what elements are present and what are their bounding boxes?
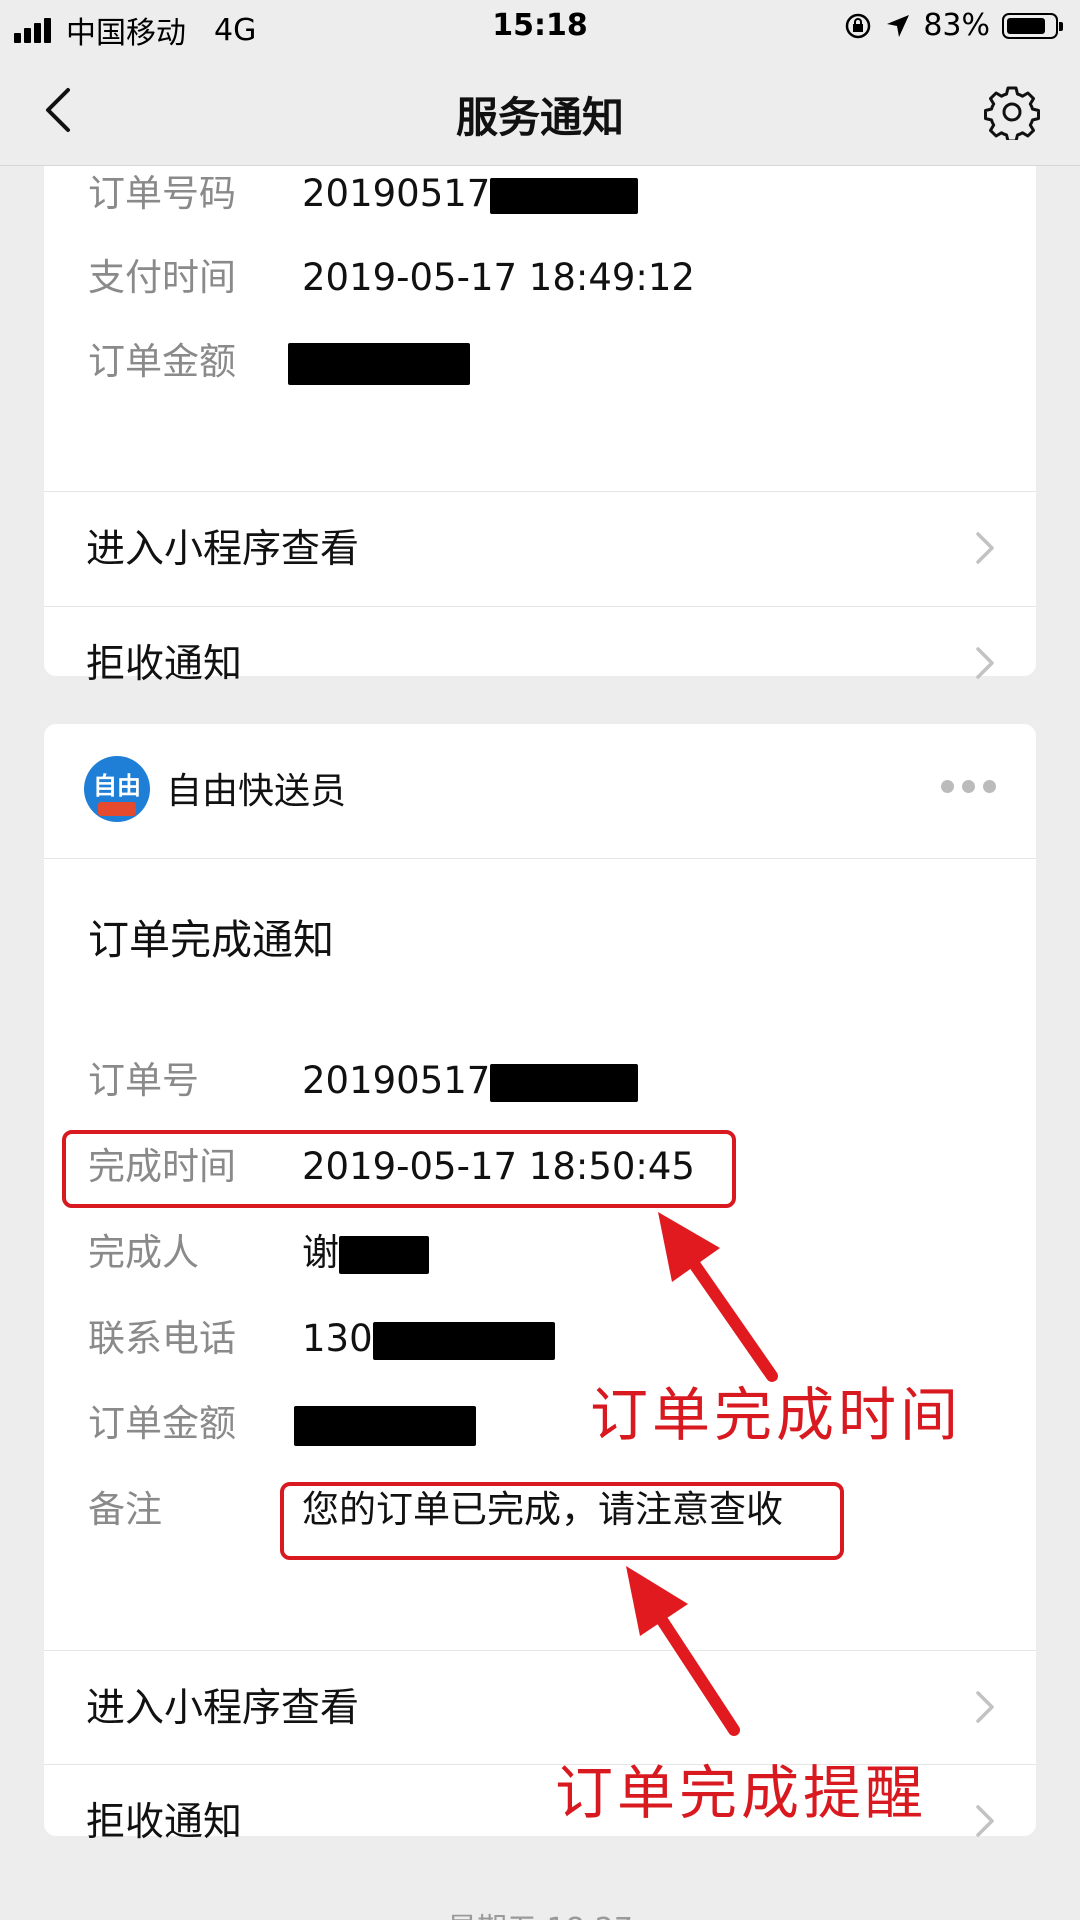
page-title: 服务通知 [455,93,624,142]
app-name: 自由快送员 [166,771,347,812]
annotation-completion-time: 订单完成时间 [590,1381,963,1449]
redaction-block [490,177,639,214]
field-label: 备注 [88,1488,162,1531]
field-value: 2019-05-17 18:49:12 [302,256,695,299]
message-list[interactable]: 订单号码 20190517 支付时间 2019-05-17 18:49:12 订… [0,166,1080,1920]
battery-fill [1007,17,1046,34]
gear-icon[interactable] [984,84,1040,140]
logo-badge [98,802,136,816]
field-value: 20190517 [302,1051,639,1111]
field-label: 订单号码 [88,172,236,215]
reject-notification-button[interactable]: 拒收通知 [44,607,1036,719]
field-value [288,332,470,392]
field-value: 20190517 [302,166,639,224]
action-label: 进入小程序查看 [86,527,360,572]
more-icon[interactable] [933,780,996,793]
field-label: 订单金额 [88,340,236,383]
field-label: 支付时间 [88,256,236,299]
action-label: 进入小程序查看 [86,1686,360,1731]
app-logo: 自由 [84,756,150,822]
notification-title: 订单完成通知 [88,916,334,964]
battery-icon [1002,12,1063,39]
redaction-block [490,1063,639,1102]
redaction-block [339,1235,429,1274]
chevron-right-icon [976,1691,994,1723]
redaction-block [372,1321,555,1360]
field-label: 联系电话 [88,1317,236,1360]
highlight-box-completion-time [62,1130,736,1208]
status-bar: 中国移动 4G 15:18 83% [0,0,1080,54]
rotation-lock-icon [846,13,871,38]
status-right: 83% [831,8,1063,43]
field-label: 订单号 [88,1059,199,1102]
battery-percent: 83% [923,8,990,43]
nav-bar: 服务通知 [0,54,1080,166]
field-label: 完成人 [88,1231,199,1274]
action-label: 拒收通知 [86,1800,243,1845]
message-timestamp: 星期五 18:27 [0,1904,1080,1920]
highlight-box-remark [280,1482,844,1560]
redaction-block [288,342,470,385]
logo-text: 自由 [93,772,141,800]
chevron-right-icon [976,532,994,564]
field-label: 订单金额 [88,1402,236,1445]
notification-card: 自由 自由快送员 订单完成通知 订单号 20190517 完成时间 2019-0… [44,724,1036,1845]
field-value: 谢 [302,1223,429,1283]
annotation-completion-reminder: 订单完成提醒 [555,1759,928,1827]
location-arrow-icon [887,14,910,37]
chevron-right-icon [976,647,994,679]
divider [44,858,1036,859]
redaction-block [294,1405,476,1446]
action-label: 拒收通知 [86,642,243,687]
notification-card: 订单号码 20190517 支付时间 2019-05-17 18:49:12 订… [44,166,1036,687]
open-miniprogram-button[interactable]: 进入小程序查看 [44,492,1036,604]
chevron-right-icon [976,1805,994,1837]
field-value [294,1394,476,1454]
field-value: 130 [302,1309,555,1369]
